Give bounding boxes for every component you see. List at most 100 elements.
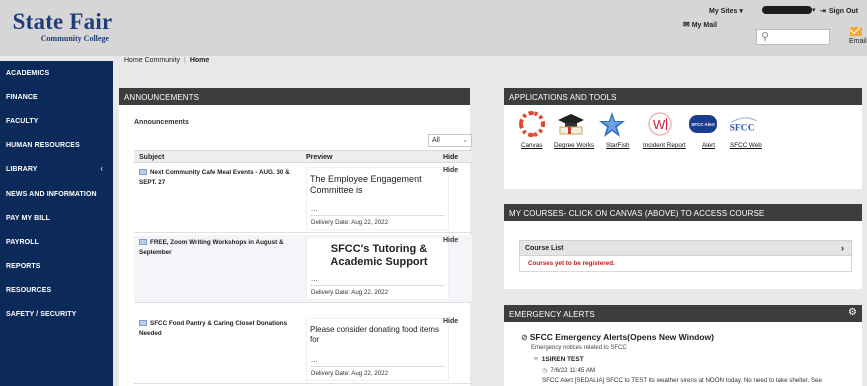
sidebar-nav: ACADEMICS FINANCE FACULTY HUMAN RESOURCE… <box>0 61 113 386</box>
chevron-down-icon: ▾ <box>739 8 743 15</box>
my-mail-link[interactable]: ✉ My Mail <box>683 20 717 29</box>
app-link-sfcc-web[interactable]: SFCC Web <box>730 142 762 149</box>
announcement-preview: SFCC's Tutoring & Academic Support ... D… <box>306 237 449 300</box>
sidebar-item-resources[interactable]: RESOURCES <box>6 287 51 294</box>
sidebar-item-finance[interactable]: FINANCE <box>6 94 38 101</box>
degree-works-icon[interactable] <box>555 110 587 138</box>
announcement-filter-select[interactable]: All ⌄ <box>428 134 472 147</box>
email-label[interactable]: Email <box>849 38 867 45</box>
announcements-table-header: Subject Preview Hide <box>134 150 472 163</box>
clock-icon: ◷ <box>542 367 548 374</box>
email-icon[interactable] <box>850 27 862 36</box>
announcement-preview: The Employee Engagement Committee is ...… <box>306 167 449 230</box>
logo-line1: State Fair <box>12 9 113 34</box>
alert-time-text: 7/6/22 11:45 AM <box>550 367 596 374</box>
alert-icon[interactable]: SFCC Alert <box>687 110 719 138</box>
app-link-alert[interactable]: Alert <box>702 142 715 149</box>
app-link-starfish[interactable]: StarFish <box>606 142 629 149</box>
hide-link[interactable]: Hide <box>443 318 458 325</box>
canvas-icon[interactable] <box>516 110 548 138</box>
sidebar-item-academics[interactable]: ACADEMICS <box>6 70 49 77</box>
course-list-toggle[interactable]: Course List › <box>519 240 852 256</box>
breadcrumb-current: Home <box>189 57 210 64</box>
delivery-date: Delivery Date: Aug 22, 2022 <box>311 219 389 226</box>
sidebar-item-news-and-information[interactable]: NEWS AND INFORMATION <box>6 191 97 198</box>
preview-divider <box>310 285 445 286</box>
applications-panel: APPLICATIONS AND TOOLS W SFCC Alert SFCC… <box>504 88 862 189</box>
my-mail-label: My Mail <box>691 22 717 29</box>
sfcc-web-icon[interactable]: SFCC <box>728 110 760 138</box>
chevron-right-icon: › <box>841 243 844 253</box>
chevron-left-icon[interactable]: ‹ <box>100 164 103 173</box>
sidebar-item-faculty[interactable]: FACULTY <box>6 118 38 125</box>
table-row: SFCC Food Pantry & Caring Closet Donatio… <box>134 316 472 384</box>
app-link-incident-report[interactable]: Incident Report <box>643 142 686 149</box>
search-input[interactable]: ⚲ <box>756 29 830 45</box>
col-subject: Subject <box>139 154 165 161</box>
user-menu[interactable] <box>762 6 812 14</box>
sidebar-item-library[interactable]: LIBRARY <box>6 166 38 173</box>
subject-text: Next Community Cafe Meal Events - AUG. 3… <box>139 169 290 186</box>
app-link-degree-works[interactable]: Degree Works <box>554 142 594 149</box>
announcement-subject[interactable]: Next Community Cafe Meal Events - AUG. 3… <box>139 168 299 188</box>
table-row: FREE, Zoom Writing Workshops in August &… <box>134 235 472 303</box>
college-logo[interactable]: State Fair Community College <box>10 10 115 46</box>
preview-divider <box>310 366 445 367</box>
alert-timestamp: ◷ 7/6/22 11:45 AM <box>542 367 595 374</box>
announcement-icon <box>139 239 147 245</box>
svg-text:W: W <box>653 117 666 132</box>
applications-title: APPLICATIONS AND TOOLS <box>504 88 862 105</box>
announcement-icon <box>139 320 147 326</box>
logo-line2: Community College <box>40 34 109 43</box>
subject-text: FREE, Zoom Writing Workshops in August &… <box>139 239 284 256</box>
incident-report-icon[interactable]: W <box>644 110 676 138</box>
preview-ellipsis: ... <box>311 355 318 364</box>
delivery-date: Delivery Date: Aug 22, 2022 <box>311 370 389 377</box>
sign-out-link[interactable]: ⇥ Sign Out <box>820 7 858 15</box>
sign-out-label: Sign Out <box>828 8 859 15</box>
preview-text: Please consider donating food items for <box>310 325 439 344</box>
sidebar-item-human-resources[interactable]: HUMAN RESOURCES <box>6 142 80 149</box>
emergency-alerts-panel: EMERGENCY ALERTS ⚙ ⊘ SFCC Emergency Alert… <box>504 305 862 386</box>
announcements-title: ANNOUNCEMENTS <box>119 88 470 105</box>
envelope-icon: ✉ <box>683 20 690 29</box>
app-link-canvas[interactable]: Canvas <box>521 142 542 149</box>
hide-link[interactable]: Hide <box>443 167 458 174</box>
chevron-down-icon: ⌄ <box>462 137 468 144</box>
search-icon: ⚲ <box>761 31 770 43</box>
sidebar-item-pay-my-bill[interactable]: PAY MY BILL <box>6 215 50 222</box>
my-courses-title: MY COURSES- CLICK ON CANVAS (ABOVE) TO A… <box>504 204 862 221</box>
link-icon: ⊘ <box>521 333 528 342</box>
preview-ellipsis: ... <box>311 274 318 283</box>
alert-body: SFCC Alert [SEDALIA] SFCC to TEST its we… <box>542 377 822 384</box>
gear-icon[interactable]: ⚙ <box>848 307 857 318</box>
table-row: Next Community Cafe Meal Events - AUG. 3… <box>134 165 472 233</box>
list-icon: ≡ <box>534 356 538 363</box>
hide-link[interactable]: Hide <box>443 237 458 244</box>
announcement-subject[interactable]: FREE, Zoom Writing Workshops in August &… <box>139 238 299 258</box>
preview-text: The Employee Engagement Committee is <box>310 174 422 195</box>
emergency-alerts-link[interactable]: ⊘ SFCC Emergency Alerts(Opens New Window) <box>521 332 714 342</box>
preview-text: SFCC's Tutoring & Academic Support <box>330 243 428 268</box>
preview-divider <box>310 215 445 216</box>
my-sites-label: My Sites <box>709 8 738 15</box>
announcements-subtitle: Announcements <box>134 119 189 126</box>
sidebar-item-reports[interactable]: REPORTS <box>6 263 41 270</box>
top-header: State Fair Community College My Sites ▾ … <box>0 0 867 56</box>
preview-ellipsis: ... <box>311 204 318 213</box>
sidebar-item-payroll[interactable]: PAYROLL <box>6 239 39 246</box>
course-status-message: Courses yet to be registered. <box>519 256 852 272</box>
my-sites-menu[interactable]: My Sites ▾ <box>709 7 743 15</box>
alert-item-title: 1SIREN TEST <box>541 356 584 363</box>
starfish-icon[interactable] <box>596 110 628 138</box>
announcement-preview: Please consider donating food items for … <box>306 318 449 381</box>
breadcrumb-parent[interactable]: Home Community <box>124 57 180 64</box>
sidebar-item-safety-security[interactable]: SAFETY / SECURITY <box>6 311 76 318</box>
announcement-subject[interactable]: SFCC Food Pantry & Caring Closet Donatio… <box>139 319 299 339</box>
user-chevron-down-icon[interactable]: ▾ <box>812 6 816 14</box>
breadcrumb: Home Community | Home <box>124 57 209 64</box>
col-preview: Preview <box>306 154 333 161</box>
alert-item[interactable]: ≡ 1SIREN TEST <box>534 356 584 363</box>
emergency-alerts-title: EMERGENCY ALERTS <box>504 305 862 322</box>
announcements-panel: ANNOUNCEMENTS Announcements All ⌄ Subjec… <box>119 88 472 386</box>
